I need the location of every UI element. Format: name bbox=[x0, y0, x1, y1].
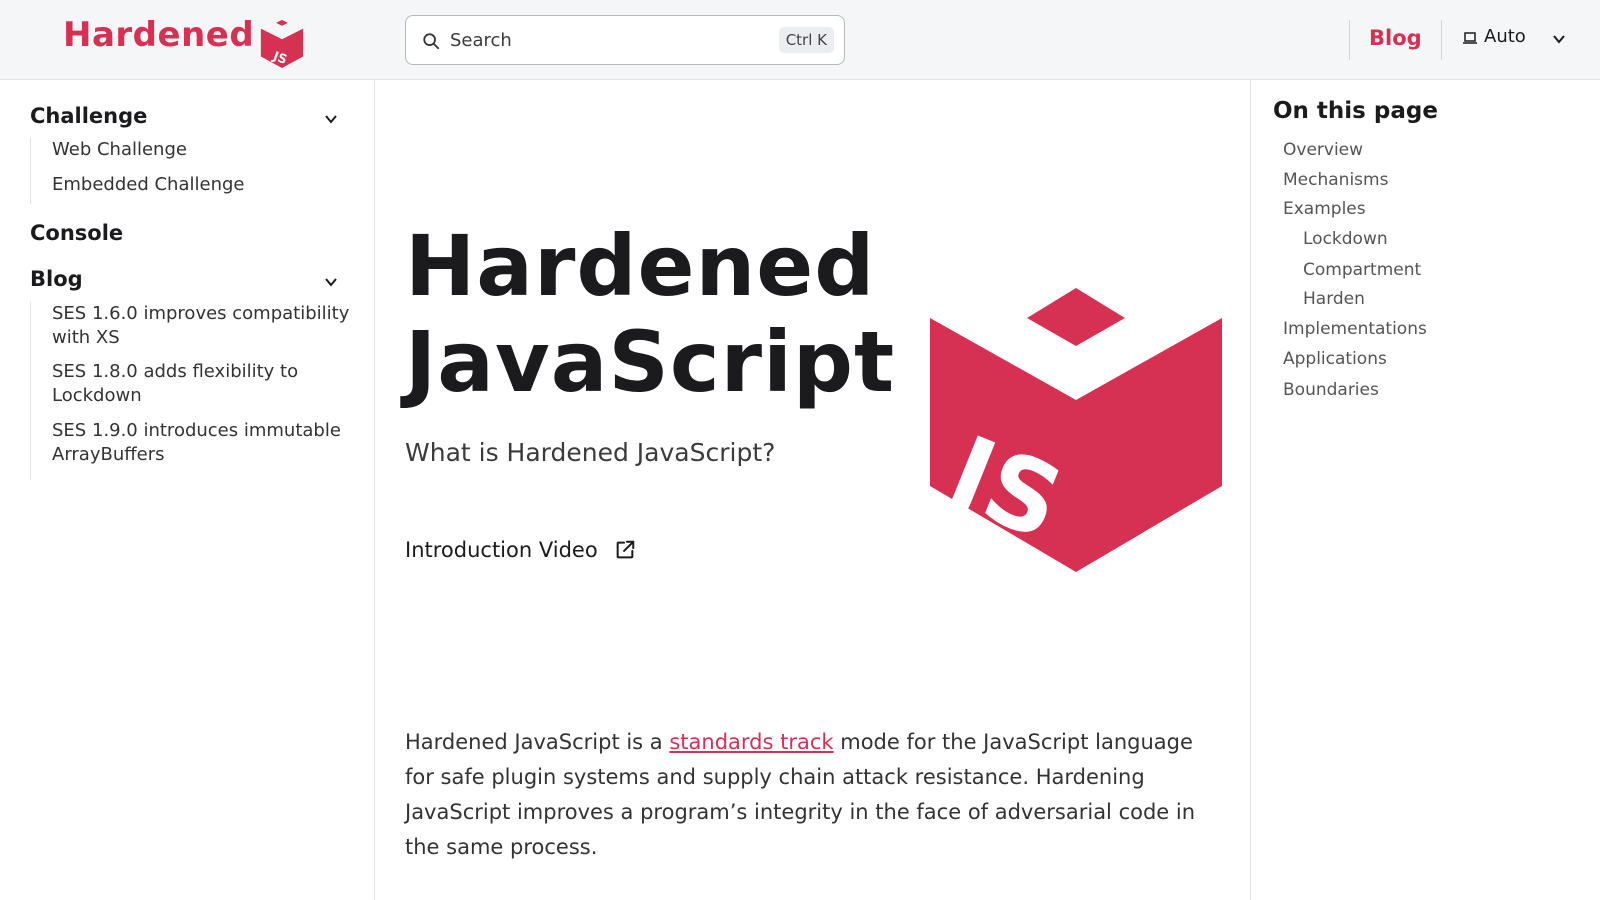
toc-item-lockdown[interactable]: Lockdown bbox=[1303, 229, 1388, 249]
intro-paragraph: Hardened JavaScript is a standards track… bbox=[405, 725, 1210, 865]
logo-cube-icon: JS bbox=[261, 20, 304, 68]
paragraph-text: Hardened JavaScript is a bbox=[405, 730, 670, 754]
blog-post-title-line: SES 1.8.0 adds flexibility to bbox=[52, 361, 299, 382]
site-logo[interactable]: Hardened JS bbox=[63, 14, 306, 68]
toc-item-applications[interactable]: Applications bbox=[1283, 349, 1387, 369]
intro-video-label: Introduction Video bbox=[405, 538, 598, 562]
toc-item-harden[interactable]: Harden bbox=[1303, 289, 1365, 309]
sidebar-category-blog[interactable]: Blog bbox=[30, 267, 83, 291]
nav-divider bbox=[1349, 20, 1350, 60]
sidebar-sublist-blog: SES 1.6.0 improves compatibility with XS… bbox=[30, 302, 349, 480]
search-icon bbox=[423, 33, 440, 50]
toc-item-mechanisms[interactable]: Mechanisms bbox=[1283, 170, 1388, 190]
hardened-js-logo: JS bbox=[930, 288, 1222, 572]
page-subtitle: What is Hardened JavaScript? bbox=[405, 438, 776, 467]
top-navbar: Hardened JS Search Ctrl K Blog Auto bbox=[0, 0, 1600, 80]
external-link-icon bbox=[616, 540, 634, 559]
sidebar-category-console[interactable]: Console bbox=[30, 221, 123, 245]
toc-item-overview[interactable]: Overview bbox=[1283, 140, 1363, 160]
search-shortcut-badge: Ctrl K bbox=[778, 27, 834, 53]
toc-item-examples[interactable]: Examples bbox=[1283, 199, 1366, 219]
intro-video-link[interactable]: Introduction Video bbox=[405, 538, 636, 562]
blog-post-title-line: SES 1.6.0 improves compatibility bbox=[52, 303, 350, 324]
nav-blog-link[interactable]: Blog bbox=[1369, 26, 1422, 50]
page-title: Hardened JavaScript bbox=[405, 218, 895, 410]
chevron-down-icon[interactable] bbox=[324, 112, 338, 126]
blog-post-title-line: Lockdown bbox=[52, 385, 142, 406]
laptop-icon bbox=[1463, 32, 1477, 44]
search-box[interactable]: Search Ctrl K bbox=[405, 15, 845, 65]
sidebar-item-blog-post[interactable]: SES 1.8.0 adds flexibility to Lockdown bbox=[52, 360, 298, 408]
blog-post-title-line: with XS bbox=[52, 327, 120, 348]
sidebar-item-blog-post[interactable]: SES 1.6.0 improves compatibility with XS bbox=[52, 302, 349, 350]
search-placeholder: Search bbox=[450, 29, 512, 51]
sidebar-item-embedded-challenge[interactable]: Embedded Challenge bbox=[52, 173, 244, 197]
sidebar-category-challenge[interactable]: Challenge bbox=[30, 104, 147, 128]
sidebar-sublist-challenge: Web Challenge Embedded Challenge bbox=[30, 138, 244, 204]
chevron-down-icon[interactable] bbox=[324, 275, 338, 289]
toc-item-boundaries[interactable]: Boundaries bbox=[1283, 380, 1379, 400]
table-of-contents: On this page Overview Mechanisms Example… bbox=[1250, 80, 1600, 900]
blog-post-title-line: SES 1.9.0 introduces immutable bbox=[52, 420, 341, 441]
page-title-line: JavaScript bbox=[405, 313, 896, 411]
toc-item-implementations[interactable]: Implementations bbox=[1283, 319, 1427, 339]
sidebar-item-blog-post[interactable]: SES 1.9.0 introduces immutable ArrayBuff… bbox=[52, 419, 341, 467]
logo-text: Hardened bbox=[63, 15, 255, 55]
theme-selector[interactable]: Auto bbox=[1462, 26, 1526, 47]
docs-sidebar: Challenge Web Challenge Embedded Challen… bbox=[0, 80, 375, 900]
chevron-down-icon[interactable] bbox=[1552, 32, 1566, 46]
nav-divider bbox=[1441, 20, 1442, 60]
theme-label: Auto bbox=[1484, 26, 1526, 47]
toc-title: On this page bbox=[1273, 98, 1438, 124]
sidebar-item-web-challenge[interactable]: Web Challenge bbox=[52, 138, 187, 162]
standards-track-link[interactable]: standards track bbox=[669, 730, 833, 754]
page-title-line: Hardened bbox=[405, 217, 876, 315]
toc-item-compartment[interactable]: Compartment bbox=[1303, 260, 1421, 280]
blog-post-title-line: ArrayBuffers bbox=[52, 444, 165, 465]
